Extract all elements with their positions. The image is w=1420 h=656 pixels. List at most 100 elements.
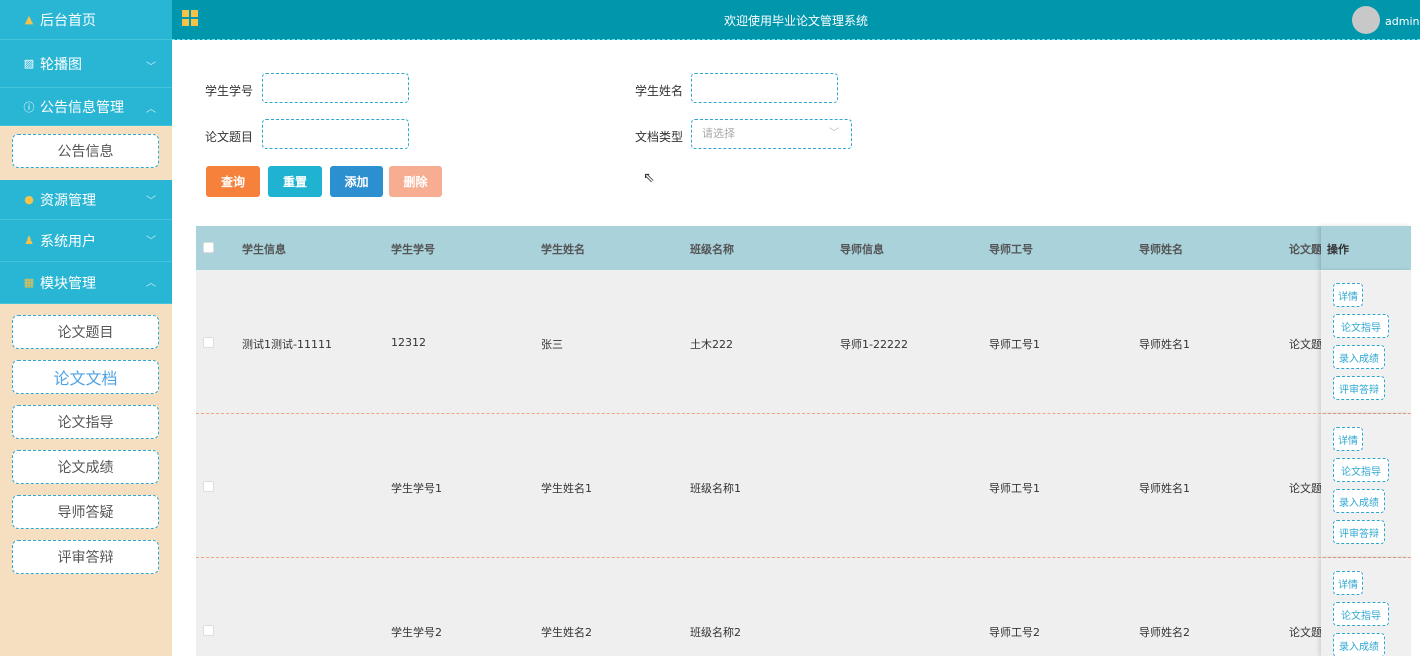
menu-module-label: 模块管理 — [40, 275, 96, 292]
enter-grade-button[interactable]: 录入成绩 — [1333, 633, 1385, 656]
chevron-down-icon: ﹀ — [146, 196, 156, 207]
enter-grade-button[interactable]: 录入成绩 — [1333, 489, 1385, 513]
sub-item-thesis-grade[interactable]: 论文成绩 — [12, 450, 159, 484]
cell-student-name: 张三 — [541, 338, 563, 351]
user-icon: ♟ — [24, 234, 34, 247]
menu-notice-label: 公告信息管理 — [40, 99, 124, 116]
cell-tutor-no: 导师工号2 — [989, 626, 1040, 639]
menu-home-label: 后台首页 — [40, 12, 96, 29]
col-student-no: 学生学号 — [391, 243, 435, 256]
cell-student-info: 测试1测试-11111 — [242, 338, 332, 351]
chevron-down-icon: ﹀ — [146, 236, 156, 247]
delete-button[interactable]: 删除 — [389, 166, 442, 197]
col-tutor-name: 导师姓名 — [1139, 243, 1183, 256]
chevron-up-icon: ︿ — [146, 278, 156, 289]
student-name-input[interactable] — [691, 73, 838, 103]
col-student-name: 学生姓名 — [541, 243, 585, 256]
menu-carousel-label: 轮播图 — [40, 56, 82, 73]
guidance-button[interactable]: 论文指导 — [1333, 314, 1389, 338]
col-actions: 操作 — [1321, 226, 1411, 270]
mouse-cursor-icon: ⇖ — [643, 170, 655, 186]
col-class-name: 班级名称 — [690, 243, 734, 256]
menu-home[interactable]: ▲ 后台首页 — [0, 0, 172, 40]
menu-notice[interactable]: ⓘ 公告信息管理 ︿ — [0, 88, 172, 126]
enter-grade-button[interactable]: 录入成绩 — [1333, 345, 1385, 369]
doc-type-label: 文档类型 — [635, 130, 684, 144]
student-no-label: 学生学号 — [205, 84, 254, 98]
top-header: 欢迎使用毕业论文管理系统 admin — [172, 0, 1420, 40]
menu-carousel[interactable]: ▨ 轮播图 ﹀ — [0, 40, 172, 88]
sub-item-thesis-doc[interactable]: 论文文档 — [12, 360, 159, 394]
cell-student-name: 学生姓名1 — [541, 482, 592, 495]
cell-student-no: 学生学号1 — [391, 482, 442, 495]
cell-tutor-no: 导师工号1 — [989, 482, 1040, 495]
cell-tutor-info: 导师1-22222 — [840, 338, 908, 351]
cell-thesis: 论文题 — [1289, 338, 1322, 351]
doc-type-select[interactable]: 请选择 ﹀ — [691, 119, 852, 149]
guidance-button[interactable]: 论文指导 — [1333, 458, 1389, 482]
module-submenu: 论文题目 论文文档 论文指导 论文成绩 导师答疑 评审答辩 — [0, 304, 172, 591]
sub-item-tutor-qa[interactable]: 导师答疑 — [12, 495, 159, 529]
cell-tutor-no: 导师工号1 — [989, 338, 1040, 351]
thesis-title-label: 论文题目 — [205, 130, 254, 144]
col-thesis: 论文题 — [1289, 243, 1322, 256]
guidance-button[interactable]: 论文指导 — [1333, 602, 1389, 626]
col-tutor-no: 导师工号 — [989, 243, 1033, 256]
cell-tutor-name: 导师姓名1 — [1139, 338, 1190, 351]
menu-resource-label: 资源管理 — [40, 192, 96, 209]
location-pin-icon: ● — [24, 193, 34, 206]
student-name-label: 学生姓名 — [635, 84, 684, 98]
username[interactable]: admin — [1385, 15, 1419, 28]
menu-system-users-label: 系统用户 — [40, 233, 96, 250]
row-checkbox[interactable] — [203, 481, 214, 492]
row-checkbox[interactable] — [203, 337, 214, 348]
add-button[interactable]: 添加 — [330, 166, 383, 197]
notice-submenu: 公告信息 — [0, 126, 172, 180]
grid-icon: ▦ — [23, 276, 35, 289]
cell-class-name: 土木222 — [690, 338, 733, 351]
select-all-checkbox[interactable] — [203, 242, 214, 253]
cell-student-name: 学生姓名2 — [541, 626, 592, 639]
chevron-up-icon: ︿ — [146, 104, 156, 115]
home-icon: ▲ — [24, 13, 34, 26]
query-button[interactable]: 查询 — [206, 166, 260, 197]
cell-thesis: 论文题 — [1289, 626, 1322, 639]
info-circle-icon: ⓘ — [23, 100, 35, 114]
cell-student-no: 12312 — [391, 336, 426, 349]
sub-item-thesis-title[interactable]: 论文题目 — [12, 315, 159, 349]
avatar[interactable] — [1352, 6, 1380, 34]
doc-type-placeholder: 请选择 — [702, 127, 735, 140]
review-defense-button[interactable]: 评审答辩 — [1333, 376, 1385, 400]
table-row: 学生学号1 学生姓名1 班级名称1 导师工号1 导师姓名1 论文题 — [196, 414, 1411, 558]
col-student-info: 学生信息 — [242, 243, 286, 256]
row-checkbox[interactable] — [203, 625, 214, 636]
review-defense-button[interactable]: 评审答辩 — [1333, 520, 1385, 544]
cell-class-name: 班级名称1 — [690, 482, 741, 495]
sub-item-review-defense[interactable]: 评审答辩 — [12, 540, 159, 574]
row-actions: 详情 论文指导 录入成绩 评审答辩 — [1321, 414, 1411, 557]
cell-thesis: 论文题 — [1289, 482, 1322, 495]
detail-button[interactable]: 详情 — [1333, 571, 1363, 595]
detail-button[interactable]: 详情 — [1333, 283, 1363, 307]
sidebar: ▲ 后台首页 ▨ 轮播图 ﹀ ⓘ 公告信息管理 ︿ 公告信息 ● 资源管理 ﹀ … — [0, 0, 172, 656]
table-header: 学生信息 学生学号 学生姓名 班级名称 导师信息 导师工号 导师姓名 论文题 — [196, 226, 1411, 270]
detail-button[interactable]: 详情 — [1333, 427, 1363, 451]
sub-item-notice-info[interactable]: 公告信息 — [12, 134, 159, 168]
cell-tutor-name: 导师姓名1 — [1139, 482, 1190, 495]
cell-tutor-name: 导师姓名2 — [1139, 626, 1190, 639]
cell-class-name: 班级名称2 — [690, 626, 741, 639]
col-tutor-info: 导师信息 — [840, 243, 884, 256]
table-row: 测试1测试-11111 12312 张三 土木222 导师1-22222 导师工… — [196, 270, 1411, 414]
menu-module[interactable]: ▦ 模块管理 ︿ — [0, 262, 172, 304]
menu-system-users[interactable]: ♟ 系统用户 ﹀ — [0, 220, 172, 262]
menu-resource[interactable]: ● 资源管理 ﹀ — [0, 180, 172, 220]
header-title: 欢迎使用毕业论文管理系统 — [723, 14, 868, 28]
student-no-input[interactable] — [262, 73, 409, 103]
image-icon: ▨ — [23, 57, 35, 70]
table-row: 学生学号2 学生姓名2 班级名称2 导师工号2 导师姓名2 论文题 — [196, 558, 1411, 656]
row-actions: 详情 论文指导 录入成绩 评审答辩 — [1321, 270, 1411, 413]
thesis-title-input[interactable] — [262, 119, 409, 149]
sub-item-thesis-guidance[interactable]: 论文指导 — [12, 405, 159, 439]
reset-button[interactable]: 重置 — [268, 166, 322, 197]
cell-student-no: 学生学号2 — [391, 626, 442, 639]
